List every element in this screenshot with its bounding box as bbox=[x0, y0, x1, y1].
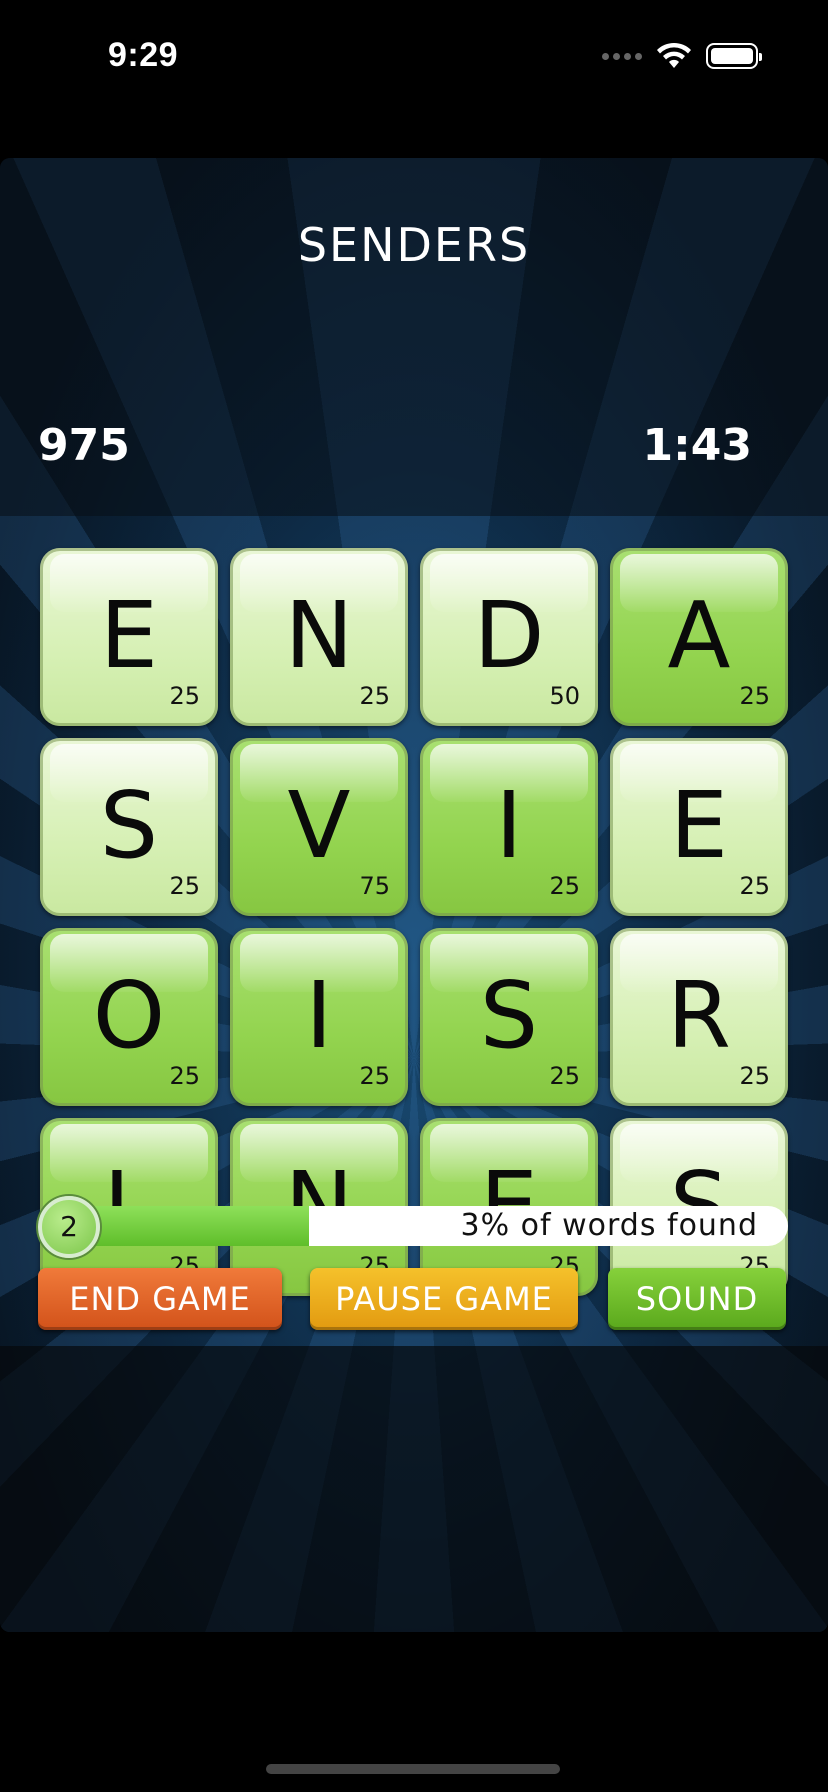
tile-letter: S bbox=[479, 962, 539, 1069]
tile-points: 75 bbox=[359, 872, 390, 900]
pause-game-button[interactable]: PAUSE GAME bbox=[310, 1268, 578, 1330]
tile-letter: A bbox=[667, 582, 731, 689]
status-time: 9:29 bbox=[108, 36, 179, 74]
wifi-icon bbox=[657, 42, 691, 68]
letter-tile[interactable]: E 25 bbox=[610, 738, 788, 916]
tile-letter: S bbox=[99, 772, 159, 879]
cellular-dots-icon bbox=[602, 52, 642, 60]
tile-letter: O bbox=[92, 962, 166, 1069]
current-word: SENDERS bbox=[297, 218, 531, 272]
tile-letter: V bbox=[287, 772, 351, 879]
letter-tile[interactable]: I 25 bbox=[230, 928, 408, 1106]
letter-tile[interactable]: D 50 bbox=[420, 548, 598, 726]
letter-tile[interactable]: S 25 bbox=[420, 928, 598, 1106]
tile-points: 25 bbox=[549, 872, 580, 900]
tile-letter: I bbox=[305, 962, 333, 1069]
progress-label: 3% of words found bbox=[460, 1208, 758, 1243]
end-game-button[interactable]: END GAME bbox=[38, 1268, 282, 1330]
tile-points: 50 bbox=[549, 682, 580, 710]
sound-button[interactable]: SOUND bbox=[608, 1268, 786, 1330]
letter-tile[interactable]: N25 bbox=[230, 548, 408, 726]
home-indicator bbox=[266, 1764, 560, 1774]
letter-tile[interactable]: E 25 bbox=[40, 548, 218, 726]
letter-tile[interactable]: R 25 bbox=[610, 928, 788, 1106]
tile-letter: R bbox=[667, 962, 731, 1069]
level-badge: 2 bbox=[38, 1196, 100, 1258]
tile-letter: I bbox=[495, 772, 523, 879]
letter-tile[interactable]: O 25 bbox=[40, 928, 218, 1106]
progress-bar: 3% of words found bbox=[40, 1206, 788, 1246]
tile-points: 25 bbox=[739, 682, 770, 710]
battery-icon bbox=[706, 43, 762, 69]
tile-points: 25 bbox=[359, 1062, 390, 1090]
tile-points: 25 bbox=[169, 872, 200, 900]
tile-letter: N bbox=[284, 582, 354, 689]
bottom-panel bbox=[0, 1346, 828, 1632]
tile-points: 25 bbox=[549, 1062, 580, 1090]
tile-points: 25 bbox=[169, 1062, 200, 1090]
tile-letter: E bbox=[99, 582, 159, 689]
status-icons bbox=[602, 42, 762, 70]
tile-letter: E bbox=[669, 772, 729, 879]
top-panel: SENDERS 975 1:43 bbox=[0, 158, 828, 516]
letter-tile[interactable]: V 75 bbox=[230, 738, 408, 916]
letter-tile[interactable]: I 25 bbox=[420, 738, 598, 916]
tile-points: 25 bbox=[739, 872, 770, 900]
tile-letter: D bbox=[473, 582, 545, 689]
tile-points: 25 bbox=[739, 1062, 770, 1090]
score: 975 bbox=[38, 420, 130, 471]
status-bar: 9:29 bbox=[0, 0, 828, 160]
timer: 1:43 bbox=[642, 420, 752, 471]
tile-points: 25 bbox=[169, 682, 200, 710]
letter-tile[interactable]: S 25 bbox=[40, 738, 218, 916]
tile-points: 25 bbox=[359, 682, 390, 710]
letter-tile[interactable]: A 25 bbox=[610, 548, 788, 726]
game-area: SENDERS 975 1:43 E 25 N 25 D 50 A 25 S 25 V 75 I 25 E 2… bbox=[0, 158, 828, 1632]
